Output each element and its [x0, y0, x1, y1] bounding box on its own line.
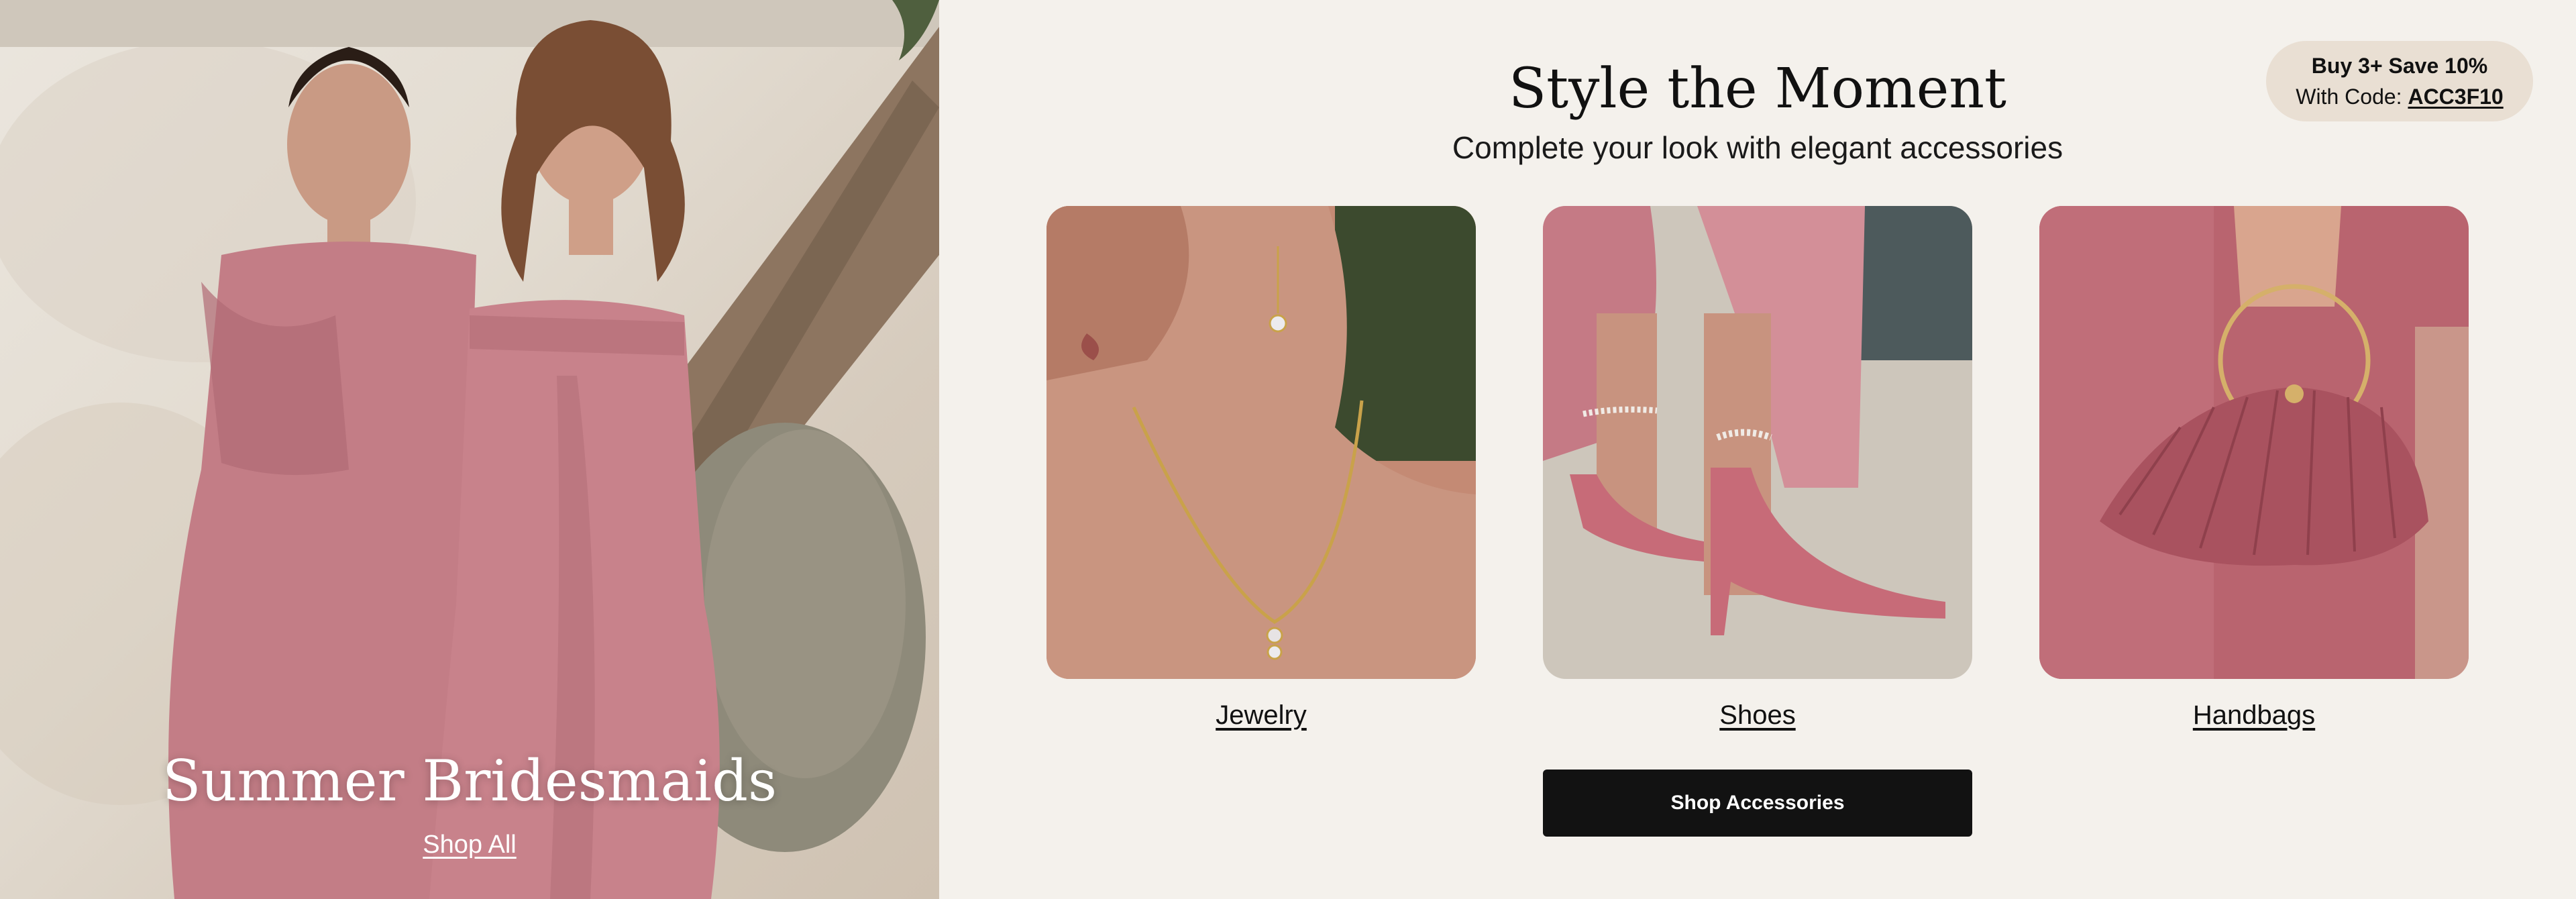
- jewelry-image[interactable]: [1046, 206, 1476, 679]
- category-label-jewelry[interactable]: Jewelry: [1046, 700, 1476, 731]
- shoes-image[interactable]: [1543, 206, 1972, 679]
- promo-badge: Buy 3+ Save 10% With Code: ACC3F10: [2266, 41, 2533, 121]
- category-label-handbags[interactable]: Handbags: [2039, 700, 2469, 731]
- promo-code-prefix: With Code:: [2296, 85, 2408, 109]
- shop-all-link[interactable]: Shop All: [423, 831, 516, 859]
- hero-banner: Summer Bridesmaids Shop All: [0, 0, 939, 899]
- category-label-shoes[interactable]: Shoes: [1543, 700, 1972, 731]
- shop-accessories-button[interactable]: Shop Accessories: [1543, 770, 1972, 837]
- handbags-image[interactable]: [2039, 206, 2469, 679]
- category-card-shoes[interactable]: Shoes: [1543, 206, 1972, 731]
- promo-headline: Buy 3+ Save 10%: [2311, 54, 2488, 78]
- category-card-jewelry[interactable]: Jewelry: [1046, 206, 1476, 731]
- accessories-panel: Style the Moment Complete your look with…: [939, 0, 2576, 899]
- section-subtitle: Complete your look with elegant accessor…: [1452, 130, 2063, 165]
- hero-title: Summer Bridesmaids: [162, 748, 777, 814]
- promo-code-line: With Code: ACC3F10: [2296, 81, 2503, 112]
- promo-code[interactable]: ACC3F10: [2408, 85, 2503, 109]
- category-card-handbags[interactable]: Handbags: [2039, 206, 2469, 731]
